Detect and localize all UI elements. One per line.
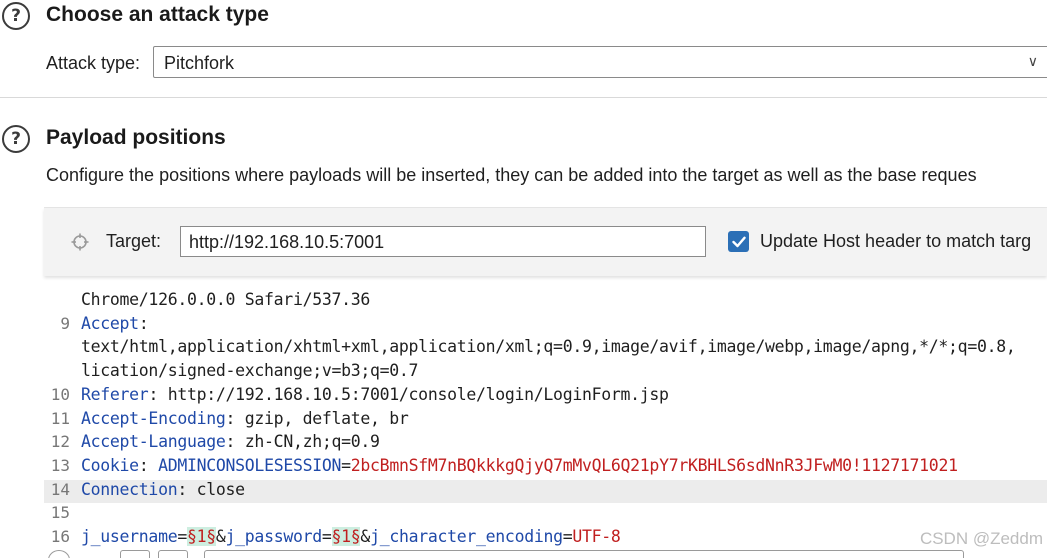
line-content: Accept-Encoding: gzip, deflate, br [81, 409, 409, 428]
target-label: Target: [106, 231, 162, 251]
header-name: j_password [225, 527, 323, 546]
target-bar: Target: http://192.168.10.5:7001 Update … [44, 208, 1047, 276]
text-segment: & [215, 527, 226, 546]
request-line[interactable]: 10 Referer: http://192.168.10.5:7001/cons… [44, 385, 1047, 409]
request-line[interactable]: Chrome/126.0.0.0 Safari/537.36 [44, 290, 1047, 314]
header-name: Accept-Language [81, 432, 226, 452]
line-content: Connection: close [81, 480, 245, 499]
text-segment: : http://192.168.10.5:7001/console/login… [148, 384, 669, 404]
line-number: 16 [50, 527, 70, 546]
attack-type-value: Pitchfork [164, 53, 235, 73]
editor-bottom-toolbar [44, 545, 1047, 558]
text-segment: : [138, 455, 159, 475]
update-host-label: Update Host header to match targ [760, 231, 1032, 251]
forward-button[interactable] [158, 550, 188, 558]
request-line[interactable]: lication/signed-exchange;v=b3;q=0.7 [44, 361, 1047, 385]
target-url-value: http://192.168.10.5:7001 [189, 232, 385, 252]
line-number: 13 [50, 455, 70, 475]
text-segment: text/html,application/xhtml+xml,applicat… [81, 337, 1016, 357]
request-line[interactable]: 12 Accept-Language: zh-CN,zh;q=0.9 [44, 432, 1047, 456]
attack-type-heading: Choose an attack type [46, 3, 269, 26]
line-number: 9 [60, 313, 70, 333]
payload-marker: §1§ [331, 527, 361, 546]
payload-positions-description: Configure the positions where payloads w… [46, 165, 977, 185]
text-segment: 2bcBmnSfM7nBQkkkgQjyQ7mMvQL6Q21pY7rKBHLS… [350, 455, 958, 475]
line-content: Accept: [81, 313, 149, 333]
help-icon[interactable]: ? [2, 2, 30, 30]
line-content: Accept-Language: zh-CN,zh;q=0.9 [81, 432, 380, 451]
request-line[interactable]: text/html,application/xhtml+xml,applicat… [44, 337, 1047, 361]
request-line[interactable]: 14 Connection: close [44, 479, 1047, 504]
header-name: ADMINCONSOLESESSION [158, 455, 342, 475]
line-number: 10 [50, 384, 70, 404]
header-name: Accept-Encoding [81, 408, 226, 428]
settings-icon[interactable] [84, 550, 106, 558]
line-content: text/html,application/xhtml+xml,applicat… [81, 337, 1016, 357]
search-input[interactable] [204, 550, 964, 558]
text-segment: = [341, 455, 351, 475]
request-line[interactable]: 13 Cookie: ADMINCONSOLESESSION=2bcBmnSfM7… [44, 456, 1047, 480]
text-segment: UTF-8 [572, 527, 621, 546]
header-name: Referer [81, 384, 149, 404]
text-segment: Chrome/126.0.0.0 Safari/537.36 [81, 290, 371, 309]
checkmark-icon [731, 236, 746, 247]
text-segment: : zh-CN,zh;q=0.9 [225, 432, 380, 452]
back-button[interactable] [120, 550, 150, 558]
help-icon[interactable] [48, 550, 70, 558]
line-number: 12 [50, 432, 70, 452]
text-segment: : close [177, 479, 245, 499]
text-segment: = [321, 527, 332, 546]
text-segment: : gzip, deflate, br [225, 408, 409, 428]
line-content: Cookie: ADMINCONSOLESESSION=2bcBmnSfM7nB… [81, 456, 958, 475]
line-number: 14 [50, 479, 70, 499]
attack-type-select[interactable]: Pitchfork ∨ [153, 46, 1047, 78]
request-editor[interactable]: Chrome/126.0.0.0 Safari/537.36 9 Accept: te… [44, 270, 1047, 558]
header-name: j_character_encoding [370, 527, 563, 546]
text-segment: lication/signed-exchange;v=b3;q=0.7 [81, 361, 419, 381]
line-number: 11 [50, 408, 70, 428]
header-name: Accept [81, 313, 139, 333]
header-name: j_username [81, 527, 178, 546]
text-segment: = [562, 527, 573, 546]
payload-positions-heading: Payload positions [46, 126, 226, 149]
header-name: Cookie [81, 455, 139, 475]
line-content: Chrome/126.0.0.0 Safari/537.36 [81, 290, 370, 309]
chevron-down-icon: ∨ [1027, 54, 1038, 70]
request-line[interactable]: 11 Accept-Encoding: gzip, deflate, br [44, 409, 1047, 433]
watermark: CSDN @Zeddm [919, 529, 1043, 548]
update-host-checkbox[interactable] [728, 231, 749, 252]
request-line[interactable]: 9 Accept: [44, 314, 1047, 338]
target-url-input[interactable]: http://192.168.10.5:7001 [180, 226, 706, 257]
request-line[interactable]: 15 [44, 503, 1047, 527]
line-content: j_username=§1§&j_password=§1§&j_characte… [81, 527, 621, 546]
text-segment: = [177, 527, 187, 546]
crosshair-icon [71, 233, 89, 251]
attack-type-label: Attack type: [46, 53, 141, 73]
line-number: 15 [50, 503, 70, 523]
request-editor-panel: Target: http://192.168.10.5:7001 Update … [44, 207, 1047, 558]
text-segment: : [138, 313, 149, 333]
payload-marker: §1§ [186, 527, 216, 546]
help-icon[interactable]: ? [2, 125, 30, 153]
line-content: Referer: http://192.168.10.5:7001/consol… [81, 385, 669, 404]
text-segment: & [360, 527, 371, 546]
line-content: lication/signed-exchange;v=b3;q=0.7 [81, 361, 418, 380]
header-name: Connection [81, 479, 178, 499]
section-divider [0, 97, 1047, 98]
